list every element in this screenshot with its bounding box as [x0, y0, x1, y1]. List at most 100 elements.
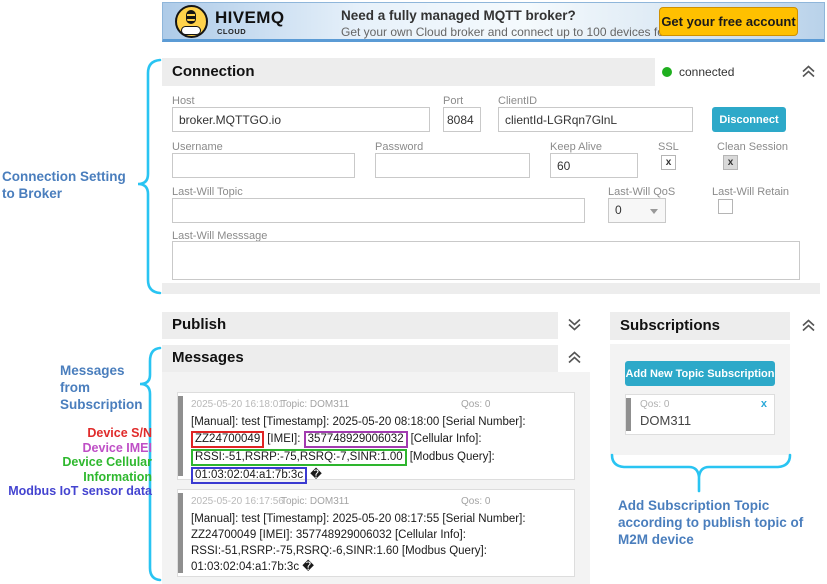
imei-label: [IMEI]:: [267, 433, 300, 445]
clientid-input[interactable]: [498, 107, 693, 132]
username-label: Username: [172, 141, 223, 153]
message-tail: �: [310, 469, 322, 481]
ssl-checkbox[interactable]: x: [661, 155, 676, 170]
message-topic: Topic: DOM311: [281, 399, 349, 410]
publish-section: Publish: [162, 312, 590, 339]
message-card[interactable]: 2025-05-20 16:18:01 Topic: DOM311 Qos: 0…: [177, 392, 575, 480]
lastwill-qos-select[interactable]: 0: [608, 198, 666, 223]
modbus-highlight: 01:03:02:04:a1:7b:3c: [191, 467, 307, 484]
annotation-line: from: [60, 379, 143, 396]
clean-session-label: Clean Session: [717, 141, 788, 153]
connection-title: Connection: [172, 63, 255, 80]
annotation-line: M2M device: [618, 531, 803, 548]
port-label: Port: [443, 95, 463, 107]
status-dot-icon: [662, 67, 672, 77]
bee-icon: [186, 10, 196, 24]
message-line: 01:03:02:04:a1:7b:3c�: [191, 467, 568, 484]
connection-section: Connection connected Host Port ClientID …: [162, 58, 820, 295]
connection-footer-strip: [162, 283, 820, 294]
annotation-line: Messages: [60, 362, 143, 379]
annotation-connection-setting: Connection Setting to Broker: [2, 168, 126, 202]
message-topic: Topic: DOM311: [281, 496, 349, 507]
clean-session-checkbox[interactable]: x: [723, 155, 738, 170]
message-timestamp: 2025-05-20 16:18:01: [191, 399, 284, 410]
card-accent-bar: [178, 396, 183, 476]
publish-title: Publish: [172, 316, 226, 333]
banner-text: Need a fully managed MQTT broker? Get yo…: [341, 8, 695, 39]
clientid-label: ClientID: [498, 95, 537, 107]
collapse-messages-icon[interactable]: [566, 350, 583, 365]
host-label: Host: [172, 95, 195, 107]
messages-list: 2025-05-20 16:18:01 Topic: DOM311 Qos: 0…: [162, 372, 590, 584]
modbus-label: [Modbus Query]:: [410, 451, 495, 463]
card-accent-bar: [626, 398, 631, 431]
expand-publish-icon[interactable]: [566, 317, 583, 332]
subscriptions-title: Subscriptions: [620, 317, 720, 334]
collapse-subscriptions-icon[interactable]: [800, 318, 817, 333]
messages-title: Messages: [172, 349, 244, 366]
keepalive-input[interactable]: [550, 153, 638, 178]
get-free-account-button[interactable]: Get your free account: [659, 7, 798, 36]
disconnect-button[interactable]: Disconnect: [712, 107, 786, 132]
password-label: Password: [375, 141, 423, 153]
subscription-card[interactable]: Qos: 0 x DOM311: [625, 394, 775, 435]
add-subscription-button[interactable]: Add New Topic Subscription: [625, 361, 775, 386]
card-accent-bar: [178, 493, 183, 573]
message-body: [Manual]: test [Timestamp]: 2025-05-20 0…: [191, 511, 568, 575]
keepalive-label: Keep Alive: [550, 141, 602, 153]
message-card[interactable]: 2025-05-20 16:17:56 Topic: DOM311 Qos: 0…: [177, 489, 575, 577]
banner-headline: Need a fully managed MQTT broker?: [341, 8, 695, 23]
annotation-line: Connection Setting: [2, 168, 126, 185]
banner-subheadline: Get your own Cloud broker and connect up…: [341, 25, 695, 39]
annotation-device-labels: Device S/N Device IMEI Device Cellular I…: [0, 426, 152, 499]
hivemq-brand-sub: CLOUD: [217, 27, 284, 36]
hivemq-banner[interactable]: HIVEMQ CLOUD Need a fully managed MQTT b…: [162, 2, 825, 42]
annotation-line: Subscription: [60, 396, 143, 413]
imei-highlight: 357748929006032: [304, 431, 408, 448]
lastwill-qos-value: 0: [615, 203, 622, 217]
cellular-highlight: RSSI:-51,RSRP:-75,RSRQ:-7,SINR:1.00: [191, 449, 407, 466]
ssl-label: SSL: [658, 141, 679, 153]
annotation-brace-subscription: [612, 455, 790, 491]
host-input[interactable]: [172, 107, 430, 132]
lastwill-qos-label: Last-Will QoS: [608, 186, 675, 198]
subscription-qos: Qos: 0: [640, 399, 669, 410]
message-timestamp: 2025-05-20 16:17:56: [191, 496, 284, 507]
annotation-modbus-data: Modbus IoT sensor data: [0, 484, 152, 499]
annotation-add-subscription-topic: Add Subscription Topic according to publ…: [618, 497, 803, 548]
hivemq-brand-name: HIVEMQ: [215, 8, 284, 28]
annotation-device-imei: Device IMEI: [0, 441, 152, 456]
hivemq-brand: HIVEMQ CLOUD: [215, 8, 284, 36]
connection-status-text: connected: [679, 65, 734, 79]
cellular-label: [Cellular Info]:: [411, 433, 482, 445]
message-qos: Qos: 0: [461, 399, 490, 410]
annotation-line: Add Subscription Topic: [618, 497, 803, 514]
message-body: [Manual]: test [Timestamp]: 2025-05-20 0…: [191, 414, 568, 485]
remove-subscription-button[interactable]: x: [761, 398, 767, 410]
message-line: RSSI:-51,RSRP:-75,RSRQ:-7,SINR:1.00[Modb…: [191, 449, 568, 466]
lastwill-topic-input[interactable]: [172, 198, 585, 223]
username-input[interactable]: [172, 153, 355, 178]
annotation-messages-from-subscription: Messages from Subscription: [60, 362, 143, 413]
lastwill-retain-label: Last-Will Retain: [712, 186, 789, 198]
messages-section: Messages 2025-05-20 16:18:01 Topic: DOM3…: [162, 345, 590, 584]
lastwill-message-textarea[interactable]: [172, 241, 800, 280]
dropdown-caret-icon: [650, 209, 658, 214]
password-input[interactable]: [375, 153, 530, 178]
annotation-line: according to publish topic of: [618, 514, 803, 531]
mqtt-web-client-screen: HIVEMQ CLOUD Need a fully managed MQTT b…: [0, 0, 827, 584]
subscription-topic: DOM311: [640, 413, 691, 428]
hivemq-logo-icon: [175, 5, 208, 38]
annotation-device-sn: Device S/N: [0, 426, 152, 441]
collapse-connection-icon[interactable]: [800, 64, 817, 79]
annotation-device-cellular: Device Cellular Information: [0, 455, 152, 484]
lastwill-topic-label: Last-Will Topic: [172, 186, 243, 198]
subscriptions-section: Subscriptions Add New Topic Subscription…: [610, 312, 827, 455]
connection-status: connected: [655, 58, 820, 86]
message-line: [Manual]: test [Timestamp]: 2025-05-20 0…: [191, 414, 568, 430]
annotation-brace-connection: [138, 60, 160, 293]
serial-number-highlight: ZZ24700049: [191, 431, 264, 448]
lastwill-retain-checkbox[interactable]: [718, 199, 733, 214]
port-input[interactable]: [443, 107, 481, 132]
annotation-line: to Broker: [2, 185, 126, 202]
